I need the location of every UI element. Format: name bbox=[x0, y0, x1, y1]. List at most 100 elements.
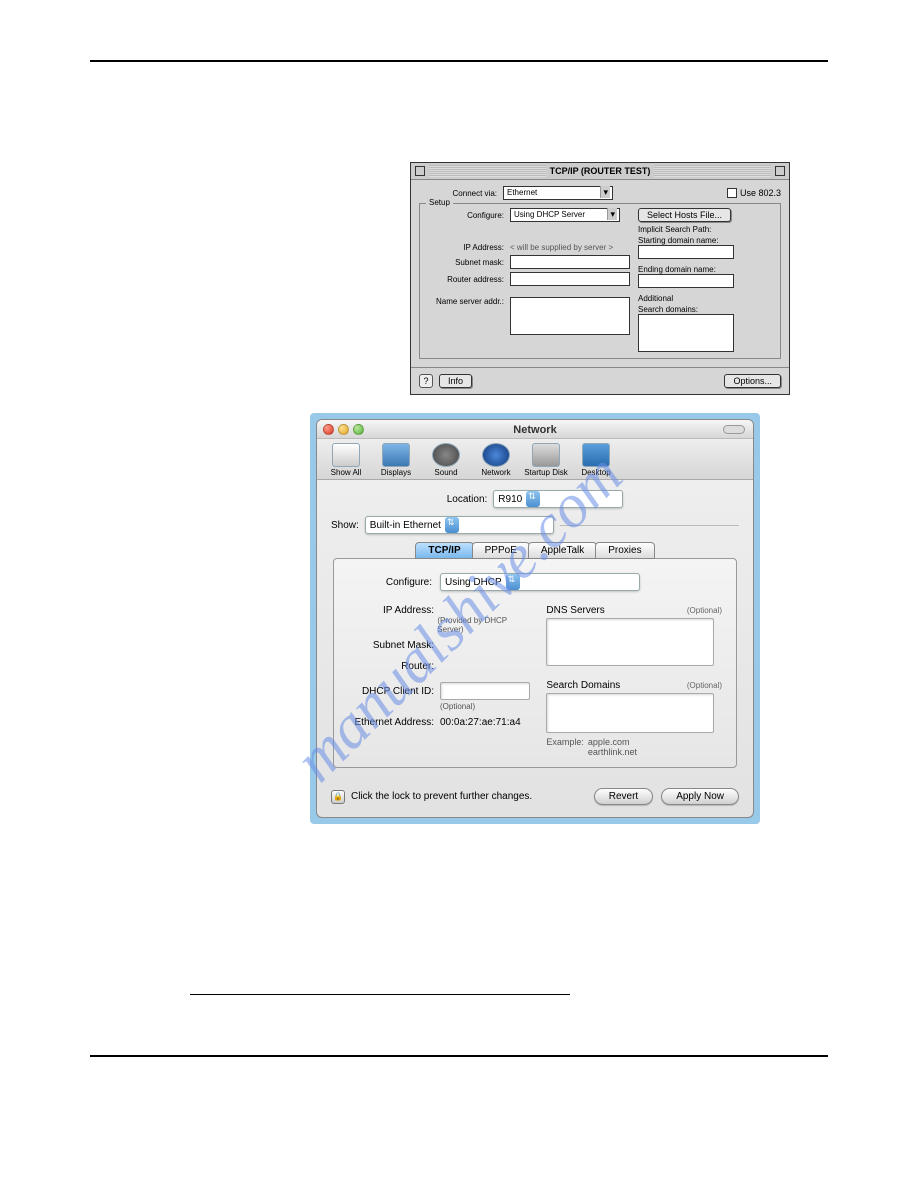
example-1: apple.com bbox=[588, 737, 637, 747]
zoom-box-icon[interactable] bbox=[775, 166, 785, 176]
help-icon[interactable]: ? bbox=[419, 374, 433, 388]
prefs-toolbar: Show All Displays Sound Network Startup … bbox=[317, 439, 753, 480]
configure-label: Configure: bbox=[348, 577, 432, 588]
toolbar-label: Desktop bbox=[581, 468, 610, 477]
tab-proxies[interactable]: Proxies bbox=[595, 542, 654, 559]
top-rule bbox=[90, 60, 828, 62]
osx-network-window: Network Show All Displays Sound Network … bbox=[316, 419, 754, 818]
router-input[interactable] bbox=[510, 272, 630, 286]
toolbar-desktop[interactable]: Desktop bbox=[573, 443, 619, 477]
search-domains-input[interactable] bbox=[638, 314, 734, 352]
search-domains-label: Search domains: bbox=[638, 305, 774, 314]
show-label: Show: bbox=[331, 520, 359, 531]
toolbar-toggle-icon[interactable] bbox=[723, 425, 745, 434]
titlebar-stripes bbox=[654, 165, 771, 177]
toolbar-label: Network bbox=[481, 468, 510, 477]
divider bbox=[560, 525, 739, 526]
displays-icon bbox=[382, 443, 410, 467]
use-8023-checkbox[interactable] bbox=[727, 188, 737, 198]
toolbar-network[interactable]: Network bbox=[473, 443, 519, 477]
toolbar-label: Displays bbox=[381, 468, 411, 477]
underline-rule bbox=[190, 994, 570, 995]
configure-value: Using DHCP bbox=[445, 577, 502, 588]
select-hosts-button[interactable]: Select Hosts File... bbox=[638, 208, 731, 222]
show-select[interactable]: Built-in Ethernet bbox=[365, 516, 554, 534]
toolbar-displays[interactable]: Displays bbox=[373, 443, 419, 477]
setup-legend: Setup bbox=[426, 198, 453, 207]
chevron-updown-icon bbox=[506, 574, 520, 590]
nameserver-label: Name server addr.: bbox=[426, 297, 510, 306]
ip-address-label: IP Address: bbox=[348, 605, 440, 616]
osx-titlebar[interactable]: Network bbox=[317, 420, 753, 439]
ending-domain-input[interactable] bbox=[638, 274, 734, 288]
toolbar-show-all[interactable]: Show All bbox=[323, 443, 369, 477]
apply-now-button[interactable]: Apply Now bbox=[661, 788, 739, 805]
os9-tcpip-window: TCP/IP (ROUTER TEST) Connect via: Ethern… bbox=[410, 162, 790, 395]
nameserver-input[interactable] bbox=[510, 297, 630, 335]
toolbar-label: Show All bbox=[331, 468, 362, 477]
configure-select[interactable]: Using DHCP Server bbox=[510, 208, 620, 222]
use-8023-label: Use 802.3 bbox=[740, 188, 781, 198]
location-label: Location: bbox=[447, 494, 488, 505]
close-box-icon[interactable] bbox=[415, 166, 425, 176]
startup-disk-icon bbox=[532, 443, 560, 467]
example-2: earthlink.net bbox=[588, 747, 637, 757]
search-optional-label: (Optional) bbox=[687, 681, 722, 690]
additional-label: Additional bbox=[638, 294, 774, 303]
dns-optional-label: (Optional) bbox=[687, 606, 722, 615]
revert-button[interactable]: Revert bbox=[594, 788, 653, 805]
sound-icon bbox=[432, 443, 460, 467]
toolbar-label: Startup Disk bbox=[524, 468, 568, 477]
connect-via-select[interactable]: Ethernet bbox=[503, 186, 613, 200]
os9-window-title: TCP/IP (ROUTER TEST) bbox=[550, 166, 651, 176]
subnet-input[interactable] bbox=[510, 255, 630, 269]
search-domains-input[interactable] bbox=[546, 693, 714, 733]
chevron-updown-icon bbox=[526, 491, 540, 507]
toolbar-sound[interactable]: Sound bbox=[423, 443, 469, 477]
osx-desktop-frame: Network Show All Displays Sound Network … bbox=[310, 413, 760, 824]
dhcp-client-label: DHCP Client ID: bbox=[348, 686, 440, 697]
ip-address-value: < will be supplied by server > bbox=[510, 243, 613, 252]
options-button[interactable]: Options... bbox=[724, 374, 781, 388]
minimize-icon[interactable] bbox=[338, 424, 349, 435]
show-value: Built-in Ethernet bbox=[370, 520, 441, 531]
ip-address-sub: (Provided by DHCP Server) bbox=[437, 616, 532, 634]
toolbar-startup-disk[interactable]: Startup Disk bbox=[523, 443, 569, 477]
starting-domain-label: Starting domain name: bbox=[638, 236, 774, 245]
search-domains-label: Search Domains bbox=[546, 680, 620, 691]
zoom-icon[interactable] bbox=[353, 424, 364, 435]
ip-address-label: IP Address: bbox=[426, 243, 510, 252]
chevron-updown-icon bbox=[445, 517, 459, 533]
dhcp-client-input[interactable] bbox=[440, 682, 530, 700]
location-value: R910 bbox=[498, 494, 522, 505]
location-select[interactable]: R910 bbox=[493, 490, 623, 508]
configure-select[interactable]: Using DHCP bbox=[440, 573, 640, 591]
subnet-label: Subnet Mask: bbox=[348, 640, 440, 651]
subnet-label: Subnet mask: bbox=[426, 258, 510, 267]
tab-pppoe[interactable]: PPPoE bbox=[472, 542, 530, 559]
ending-domain-label: Ending domain name: bbox=[638, 265, 774, 274]
dns-servers-input[interactable] bbox=[546, 618, 714, 666]
titlebar-stripes bbox=[429, 165, 546, 177]
dns-servers-label: DNS Servers bbox=[546, 605, 604, 616]
starting-domain-input[interactable] bbox=[638, 245, 734, 259]
toolbar-label: Sound bbox=[434, 468, 457, 477]
info-button[interactable]: Info bbox=[439, 374, 472, 388]
lock-text: Click the lock to prevent further change… bbox=[351, 791, 532, 802]
desktop-icon bbox=[582, 443, 610, 467]
close-icon[interactable] bbox=[323, 424, 334, 435]
os9-titlebar[interactable]: TCP/IP (ROUTER TEST) bbox=[411, 163, 789, 180]
router-label: Router address: bbox=[426, 275, 510, 284]
tab-tcpip[interactable]: TCP/IP bbox=[415, 542, 473, 559]
implicit-search-label: Implicit Search Path: bbox=[638, 225, 774, 234]
lock-icon[interactable] bbox=[331, 790, 345, 804]
dhcp-client-sub: (Optional) bbox=[440, 702, 475, 711]
network-icon bbox=[482, 443, 510, 467]
ethernet-address-value: 00:0a:27:ae:71:a4 bbox=[440, 717, 521, 728]
osx-window-title: Network bbox=[513, 424, 556, 436]
ethernet-address-label: Ethernet Address: bbox=[348, 717, 440, 728]
bottom-rule bbox=[90, 1055, 828, 1057]
tab-appletalk[interactable]: AppleTalk bbox=[528, 542, 597, 559]
connect-via-label: Connect via: bbox=[419, 189, 503, 198]
router-label: Router: bbox=[348, 661, 440, 672]
